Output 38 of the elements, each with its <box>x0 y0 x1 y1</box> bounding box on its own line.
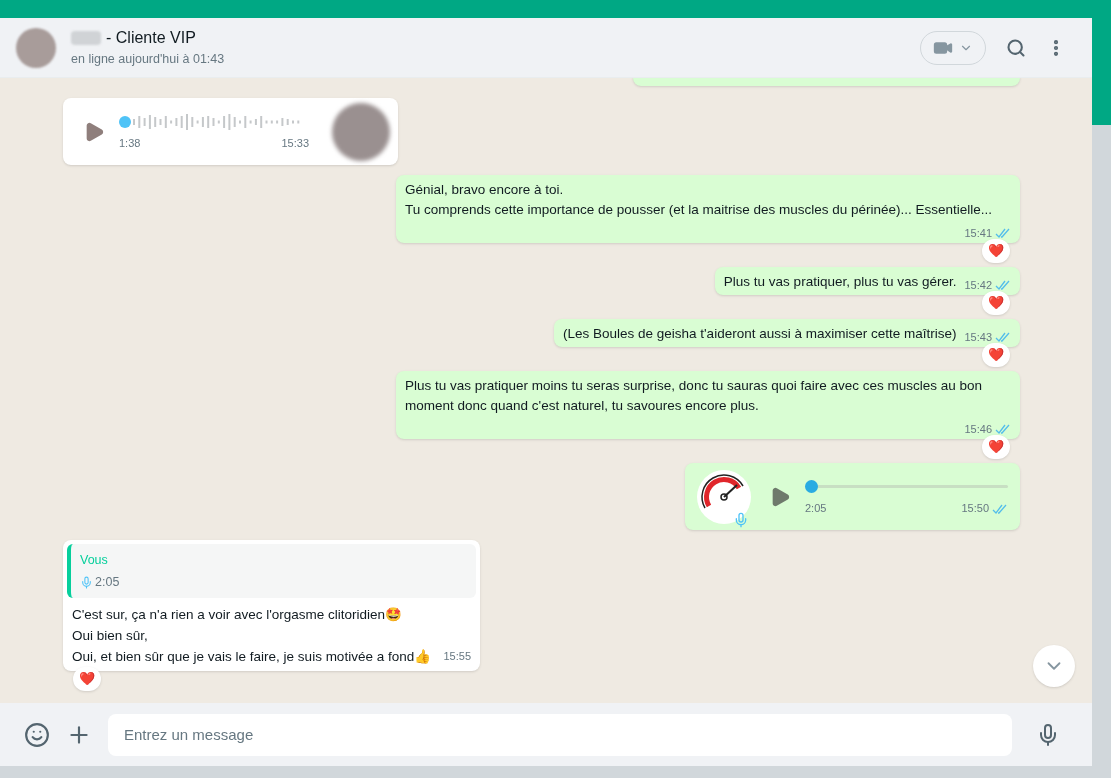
search-icon[interactable] <box>1006 37 1026 58</box>
heart-reaction[interactable]: ❤ <box>982 239 1010 263</box>
speedometer-icon <box>697 469 751 524</box>
message-text: (Les Boules de geisha t'aideront aussi à maximiser cette maîtrise) <box>562 325 957 343</box>
message-time: 15:50 <box>961 501 989 517</box>
message-text: Génial, bravo encore à toi. <box>405 181 565 199</box>
avatar-placeholder[interactable] <box>16 27 56 68</box>
message-time: 15:43 <box>964 330 992 345</box>
heart-reaction[interactable]: ❤ <box>982 343 1010 367</box>
message-time: 15:42 <box>964 278 992 293</box>
playback-thumb[interactable] <box>119 115 131 128</box>
heart-reaction[interactable]: ❤ <box>982 291 1010 315</box>
microphone-icon <box>80 575 93 589</box>
message-text: Oui bien sûr, <box>72 627 149 645</box>
blurred-name-placeholder <box>71 31 101 46</box>
quote-author: Vous <box>80 552 109 569</box>
emoji-icon[interactable] <box>24 721 50 748</box>
voice-duration: 2:05 <box>805 501 827 517</box>
microphone-icon <box>733 511 749 528</box>
message-time: 15:41 <box>964 226 992 241</box>
contact-name: - Cliente VIP <box>106 28 196 49</box>
message-time: 15:33 <box>281 135 309 151</box>
avatar-placeholder <box>332 102 390 161</box>
voice-duration: 1:38 <box>119 135 141 151</box>
quote-duration: 2:05 <box>95 573 120 591</box>
heart-reaction[interactable]: ❤ <box>982 435 1010 459</box>
contact-status: en ligne aujourd'hui à 01:43 <box>71 51 225 69</box>
message-time: 15:55 <box>442 649 471 664</box>
message-text: Oui, et bien sûr que je vais le faire, je suis motivée a fond👍 <box>72 648 432 666</box>
message-input-field[interactable]: Entrez un message <box>108 713 1012 756</box>
message-text: Tu comprends cette importance de pousser (et la maitrise des muscles du périnée)... Essentielle... <box>405 201 993 219</box>
message-text: Plus tu vas pratiquer moins tu seras surprise, donc tu sauras quoi faire avec ces muscles au bon moment donc quand c'est naturel, tu savoures encore plus. <box>405 377 984 415</box>
message-time: 15:46 <box>964 422 992 437</box>
message-text: C'est sur, ça n'a rien a voir avec l'orgasme clitoridien🤩 <box>72 606 404 624</box>
playback-thumb[interactable] <box>805 479 818 493</box>
quoted-message[interactable]: Vous 2:05 <box>67 544 476 598</box>
heart-reaction[interactable]: ❤ <box>73 667 101 691</box>
message-text: Plus tu vas pratiquer, plus tu vas gérer. <box>723 273 957 291</box>
